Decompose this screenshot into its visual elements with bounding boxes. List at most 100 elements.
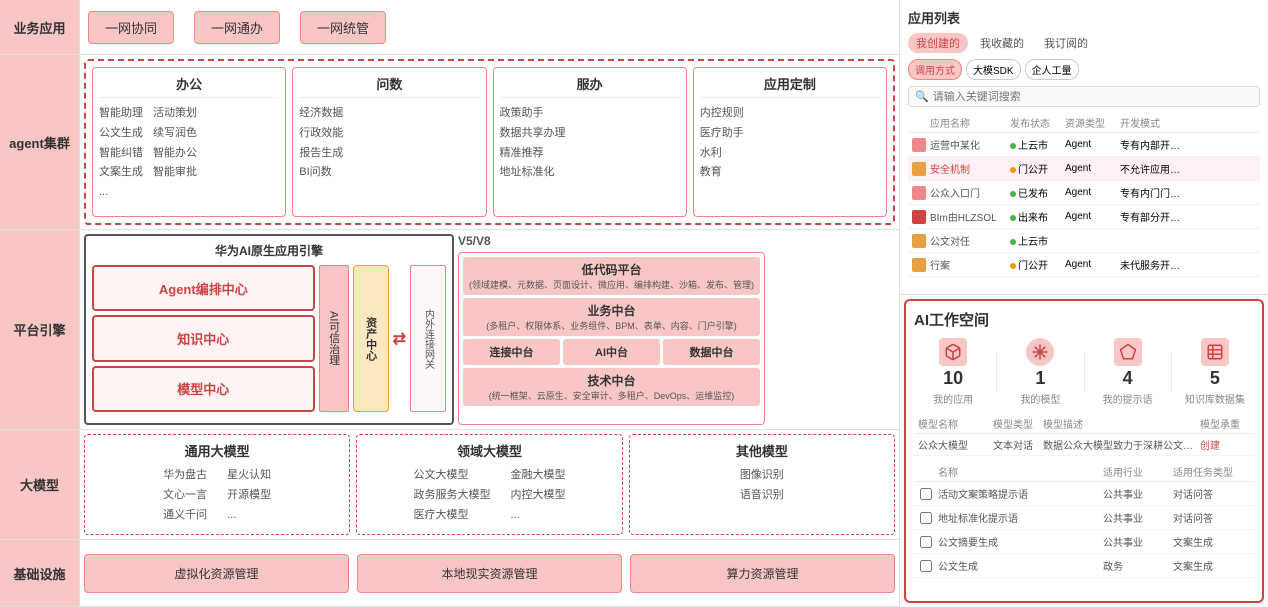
prompt-table-row[interactable]: 公文生成 政务 文案生成 <box>914 554 1254 578</box>
tab-my-created[interactable]: 我创建的 <box>908 33 968 53</box>
row-status: 门公开 <box>1010 161 1065 176</box>
tab-my-subscribed[interactable]: 我订阅的 <box>1036 33 1096 53</box>
platform-agent-item-2[interactable]: 模型中心 <box>92 366 315 412</box>
row-checkbox[interactable] <box>920 560 932 572</box>
agent-card-custom: 应用定制 内控规则 医疗助手 水利 教育 <box>693 67 887 217</box>
tech-platform-subtitle: (统一框架、云原生、安全审计、多租户、DevOps、运维监控) <box>469 389 754 402</box>
row-icon <box>912 138 926 152</box>
app-list-panel: 应用列表 我创建的 我收藏的 我订阅的 调用方式 大模SDK 企人工量 🔍 应用 <box>900 0 1268 295</box>
filter-chip-1[interactable]: 大模SDK <box>966 59 1021 80</box>
table-row[interactable]: 安全机制 门公开 Agent 不允许应用开发... <box>908 157 1260 181</box>
tab-my-favorite[interactable]: 我收藏的 <box>972 33 1032 53</box>
stat-models-number: 1 <box>1035 368 1045 389</box>
search-box: 🔍 <box>908 86 1260 107</box>
connector-label: 内外连接网关 <box>421 309 436 369</box>
row-checkbox[interactable] <box>920 536 932 548</box>
btn-yiwang-tongban[interactable]: 一网通办 <box>194 11 280 44</box>
label-platform: 平台引擎 <box>0 230 80 429</box>
row-status: 出来布 <box>1010 209 1065 224</box>
row-status: 已发布 <box>1010 185 1065 200</box>
filter-chip-2[interactable]: 企人工量 <box>1025 59 1079 80</box>
ai-platform: AI中台 <box>563 339 660 365</box>
general-model-content: 华为盘古 文心一言 通义千问 星火认知 开源模型 ... <box>91 466 343 525</box>
search-input[interactable] <box>933 91 1253 103</box>
infra-item-1: 本地现实资源管理 <box>357 554 622 593</box>
prompt-table-row[interactable]: 公文摘要生成 公共事业 文案生成 <box>914 530 1254 554</box>
general-model-title: 通用大模型 <box>91 441 343 460</box>
platform-agent-item-1[interactable]: 知识中心 <box>92 315 315 361</box>
connect-platform: 连接中台 <box>463 339 560 365</box>
label-agent: agent集群 <box>0 55 80 229</box>
row-name: 公众入口门 <box>930 185 1010 200</box>
search-icon: 🔍 <box>915 90 929 103</box>
stat-models-label: 我的模型 <box>1020 391 1060 406</box>
row-type: Agent <box>1065 259 1120 270</box>
row-type: Agent <box>1065 211 1120 222</box>
row-status: 门公开 <box>1010 257 1065 272</box>
model-table-row[interactable]: 公众大模型 文本对话 数据公众大模型致力于深耕公文领域，打造智能化... 创建 <box>914 434 1254 456</box>
stat-models: 1 我的模型 <box>1001 338 1079 406</box>
connector-gateway: 内外连接网关 <box>410 265 446 412</box>
agent-card-query: 问数 经济数据 行政效能 报告生成 BI问数 <box>292 67 486 217</box>
table-row[interactable]: 公众入口门 已发布 Agent 专有内门门门开... <box>908 181 1260 205</box>
row-name: 安全机制 <box>930 161 1010 176</box>
btn-yiwang-tongguan[interactable]: 一网统管 <box>300 11 386 44</box>
table-row[interactable]: 运营中某化 上云市 Agent 专有内部开发界... <box>908 133 1260 157</box>
row-agent-content: 办公 智能助理 公文生成 智能纠错 文案生成 ... <box>80 55 899 229</box>
row-business-content: 一网协同 一网通办 一网统管 <box>80 0 899 54</box>
row-mode: 专有部分开发引叫... <box>1120 209 1185 224</box>
col-icon <box>912 115 930 130</box>
app-list-tabs: 我创建的 我收藏的 我订阅的 <box>908 33 1260 53</box>
stat-knowledge-label: 知识库数据集 <box>1185 391 1245 406</box>
prompt-table-row[interactable]: 活动文案策略提示语 公共事业 对话问答 <box>914 482 1254 506</box>
stat-prompts-number: 4 <box>1123 368 1133 389</box>
row-type: Agent <box>1065 187 1120 198</box>
agent-card-service-content: 政策助手 数据共享办理 精准推荐 地址标准化 <box>500 104 680 183</box>
table-row[interactable]: 行案 门公开 Agent 未代服务开发... <box>908 253 1260 277</box>
stat-prompts-label: 我的提示语 <box>1103 391 1153 406</box>
row-agent: agent集群 办公 智能助理 公文生成 智能纠错 文案生成 <box>0 55 899 230</box>
row-bigmodel-content: 通用大模型 华为盘古 文心一言 通义千问 星火认知 开源模型 ... <box>80 430 899 539</box>
btn-yiwang-xietong[interactable]: 一网协同 <box>88 11 174 44</box>
row-name: 行案 <box>930 257 1010 272</box>
agent-card-custom-title: 应用定制 <box>700 74 880 98</box>
agent-card-query-title: 问数 <box>299 74 479 98</box>
low-code-subtitle: (领域建模、元数据、页面设计、微应用、编排构建、沙箱、发布、管理) <box>469 278 754 291</box>
row-infra: 基础设施 虚拟化资源管理 本地现实资源管理 算力资源管理 <box>0 540 899 607</box>
model-table: 模型名称 模型类型 模型描述 模型承重 公众大模型 文本对话 数据公众大模型致力… <box>914 414 1254 456</box>
row-checkbox[interactable] <box>920 488 932 500</box>
filter-chip-0[interactable]: 调用方式 <box>908 59 962 80</box>
ai-workspace-panel: AI工作空间 10 我的应用 1 我的模型 <box>904 299 1264 603</box>
col-type: 资源类型 <box>1065 115 1120 130</box>
right-panel: 应用列表 我创建的 我收藏的 我订阅的 调用方式 大模SDK 企人工量 🔍 应用 <box>900 0 1268 607</box>
platform-left-title: 华为AI原生应用引擎 <box>92 242 446 259</box>
row-infra-content: 虚拟化资源管理 本地现实资源管理 算力资源管理 <box>80 540 899 606</box>
business-platform-title: 业务中台 <box>469 302 754 319</box>
row-checkbox[interactable] <box>920 512 932 524</box>
v5v8-label: V5/V8 <box>458 234 765 248</box>
app-list-title: 应用列表 <box>908 8 1260 27</box>
row-status: 上云市 <box>1010 233 1065 248</box>
stat-apps-label: 我的应用 <box>933 391 973 406</box>
platform-agent-item-0[interactable]: Agent编排中心 <box>92 265 315 311</box>
prompt-table-section: 名称 适用行业 适用任务类型 活动文案策略提示语 公共事业 对话问答 地址标准化… <box>914 462 1254 593</box>
table-row[interactable]: 公文对任 上云市 <box>908 229 1260 253</box>
document-icon <box>1201 338 1229 366</box>
platform-agents-list: Agent编排中心 知识中心 模型中心 <box>92 265 315 412</box>
other-model-content: 图像识别 语音识别 <box>636 466 888 506</box>
platform-left-box: 华为AI原生应用引擎 Agent编排中心 知识中心 模型中心 AI可信治理 <box>84 234 454 425</box>
prompt-table-row[interactable]: 地址标准化提示语 公共事业 对话问答 <box>914 506 1254 530</box>
platform-side-tags: AI可信治理 <box>319 265 349 412</box>
table-row[interactable]: BIm由HLZSOL 出来布 Agent 专有部分开发引叫... <box>908 205 1260 229</box>
agent-card-office-title: 办公 <box>99 74 279 98</box>
row-mode: 专有内门门门开... <box>1120 185 1185 200</box>
snowflake-icon <box>1026 338 1054 366</box>
domain-model-content: 公文大模型 政务服务大模型 医疗大模型 金融大模型 内控大模型 ... <box>363 466 615 525</box>
label-business: 业务应用 <box>0 0 80 54</box>
stat-divider <box>996 352 997 392</box>
col-name: 应用名称 <box>930 115 1010 130</box>
row-icon <box>912 234 926 248</box>
row-name: BIm由HLZSOL <box>930 209 1010 224</box>
tech-platform-title: 技术中台 <box>469 372 754 389</box>
asset-center[interactable]: 资产中心 <box>353 265 389 412</box>
